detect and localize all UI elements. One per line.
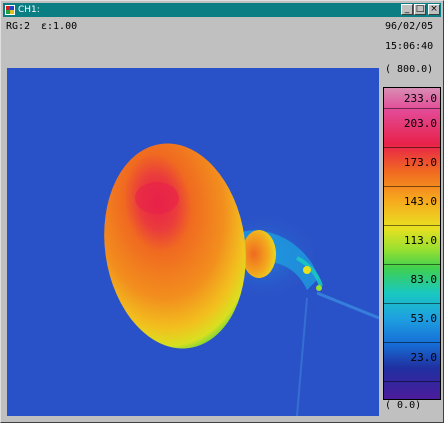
scale-min-label: ( 0.0) <box>385 400 422 411</box>
time-label: 15:06:40 <box>385 41 434 52</box>
maximize-button[interactable]: □ <box>414 4 426 15</box>
tick-line <box>384 303 440 304</box>
minimize-icon: _ <box>404 4 410 14</box>
tick-line <box>384 186 440 187</box>
title-bar[interactable]: CH1: _ □ × <box>3 3 441 17</box>
minimize-button[interactable]: _ <box>401 4 413 15</box>
tick-line <box>384 381 440 382</box>
date-label: 96/02/05 <box>385 21 434 32</box>
maximize-icon: □ <box>415 4 425 14</box>
thermal-bulb-picture <box>7 68 379 416</box>
scale-max-label: ( 800.0) <box>385 64 434 75</box>
tick-line <box>384 147 440 148</box>
scale-tick: 173.0 <box>403 156 437 169</box>
scale-tick: 53.0 <box>410 312 438 325</box>
scale-tick: 23.0 <box>410 351 438 364</box>
thermal-image[interactable] <box>7 68 379 416</box>
range-label: RG:2 <box>6 21 31 32</box>
close-button[interactable]: × <box>428 4 440 15</box>
app-icon <box>5 5 15 15</box>
temperature-colorbar: 233.0 203.0 173.0 143.0 113.0 83.0 53.0 … <box>383 87 441 400</box>
tick-line <box>384 108 440 109</box>
tick-line <box>384 225 440 226</box>
thermal-viewer-window: CH1: _ □ × RG:2 ε:1.00 96/02/05 15:06:40 <box>0 0 444 423</box>
tick-line <box>384 264 440 265</box>
scale-tick: 143.0 <box>403 195 437 208</box>
tick-line <box>384 342 440 343</box>
emissivity-label: ε:1.00 <box>41 21 78 32</box>
scale-tick: 83.0 <box>410 273 438 286</box>
scale-tick: 233.0 <box>403 92 437 105</box>
scale-tick: 113.0 <box>403 234 437 247</box>
window-title: CH1: <box>18 5 40 15</box>
close-icon: × <box>430 4 438 14</box>
scale-tick: 203.0 <box>403 117 437 130</box>
